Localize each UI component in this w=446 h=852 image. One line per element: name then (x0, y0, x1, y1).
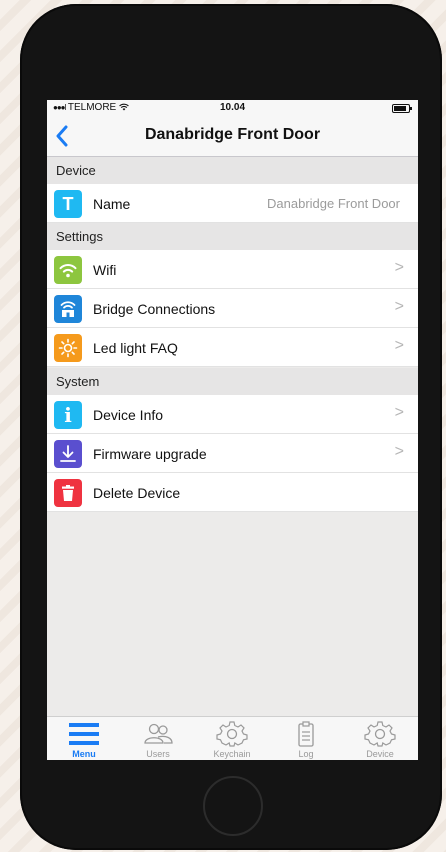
row-wifi[interactable]: Wifi > (47, 250, 418, 289)
chevron-right-icon: > (394, 443, 404, 460)
menu-icon (69, 723, 99, 745)
text-t-icon: T (54, 190, 82, 218)
tab-label: Log (298, 749, 314, 759)
section-header-settings: Settings (47, 223, 418, 250)
chevron-right-icon: > (394, 298, 404, 315)
tab-keychain[interactable]: Keychain (195, 717, 269, 760)
gear-icon (364, 721, 396, 747)
bridge-icon (54, 295, 82, 323)
chevron-right-icon: > (394, 337, 404, 354)
row-bridge-connections[interactable]: Bridge Connections > (47, 289, 418, 328)
app-screen: ●●●l TELMORE 10.04 Danabridge Front Door… (47, 100, 418, 760)
tab-label: Users (146, 749, 170, 759)
download-icon (54, 440, 82, 468)
tab-log[interactable]: Log (269, 717, 343, 760)
info-icon: i (54, 401, 82, 429)
tab-bar: Menu Users Keychain Log Device (47, 716, 418, 760)
trash-icon (54, 479, 82, 507)
row-label: Delete Device (93, 485, 181, 501)
row-led-light-faq[interactable]: Led light FAQ > (47, 328, 418, 367)
chevron-right-icon: > (394, 259, 404, 276)
row-delete-device[interactable]: Delete Device (47, 473, 418, 512)
device-name-value: Danabridge Front Door (267, 196, 400, 211)
row-label: Device Info (93, 407, 164, 423)
row-device-info[interactable]: i Device Info > (47, 395, 418, 434)
tab-users[interactable]: Users (121, 717, 195, 760)
tab-device[interactable]: Device (343, 717, 417, 760)
row-label: Led light FAQ (93, 340, 178, 356)
page-title: Danabridge Front Door (144, 126, 321, 143)
clipboard-icon (298, 721, 314, 747)
home-button[interactable] (203, 776, 263, 836)
row-label: Bridge Connections (93, 301, 216, 317)
users-icon (144, 723, 173, 744)
tab-label: Device (366, 749, 394, 759)
row-name[interactable]: T Name Danabridge Front Door (47, 184, 418, 223)
tab-label: Keychain (213, 749, 251, 759)
status-bar: ●●●l TELMORE 10.04 (47, 100, 418, 116)
row-label: Name (93, 196, 131, 212)
section-header-device: Device (47, 157, 418, 184)
row-firmware-upgrade[interactable]: Firmware upgrade > (47, 434, 418, 473)
navigation-bar: Danabridge Front Door (47, 116, 418, 157)
row-label: Wifi (93, 262, 117, 278)
tab-label: Menu (72, 749, 96, 759)
gear-icon (216, 721, 248, 747)
row-label: Firmware upgrade (93, 446, 207, 462)
section-header-system: System (47, 368, 418, 395)
battery-icon (392, 104, 412, 113)
status-time: 10.04 (219, 102, 246, 113)
sun-icon (54, 334, 82, 362)
chevron-right-icon: > (394, 404, 404, 421)
tab-menu[interactable]: Menu (47, 717, 121, 760)
wifi-icon (54, 256, 82, 284)
